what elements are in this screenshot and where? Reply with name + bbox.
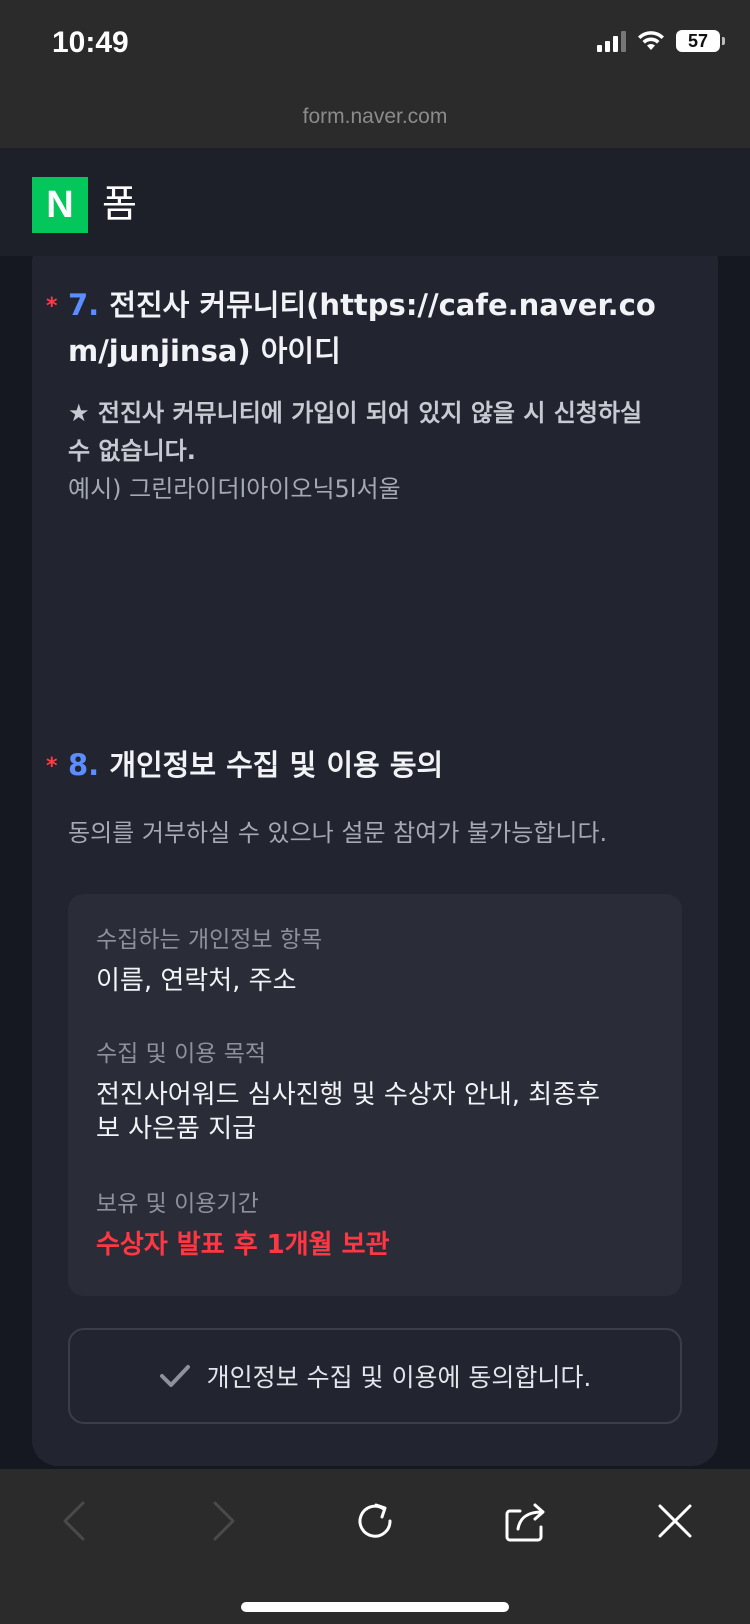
required-mark: *	[46, 754, 58, 779]
share-button[interactable]	[497, 1491, 557, 1551]
question-description: 동의를 거부하실 수 있으나 설문 참여가 불가능합니다.	[68, 819, 608, 847]
desc-example: 예시) 그린라이더l아이오닉5l서울	[68, 475, 401, 503]
question-number: 8.	[68, 748, 100, 782]
close-icon	[658, 1504, 692, 1538]
close-button[interactable]	[645, 1491, 705, 1551]
question-title-line2: m/junjinsa) 아이디	[68, 334, 341, 368]
items-label: 수집하는 개인정보 항목	[96, 927, 323, 953]
cellular-signal-icon	[597, 30, 626, 52]
url-bar[interactable]: form.naver.com	[0, 92, 750, 148]
privacy-info-box: 수집하는 개인정보 항목 이름, 연락처, 주소 수집 및 이용 목적 전진사어…	[68, 894, 682, 1296]
reload-icon	[358, 1503, 392, 1538]
status-bar: 10:49 57	[0, 0, 750, 92]
app-header: N 폼	[0, 148, 750, 256]
form-content[interactable]: * 7. 전진사 커뮤니티(https://cafe.naver.co m/ju…	[0, 256, 750, 1469]
status-time: 10:49	[52, 26, 129, 59]
purpose-line1: 전진사어워드 심사진행 및 수상자 안내, 최종후	[96, 1080, 601, 1110]
question-card-8: * 8. 개인정보 수집 및 이용 동의 동의를 거부하실 수 있으나 설문 참…	[32, 714, 718, 1466]
app-title: 폼	[102, 182, 137, 226]
checkmark-icon	[159, 1365, 190, 1387]
question-title: * 7. 전진사 커뮤니티(https://cafe.naver.co m/ju…	[46, 282, 688, 374]
purpose-label: 수집 및 이용 목적	[96, 1041, 267, 1067]
question-title: * 8. 개인정보 수집 및 이용 동의	[46, 742, 688, 788]
reload-button[interactable]	[345, 1491, 405, 1551]
period-label: 보유 및 이용기간	[96, 1191, 259, 1217]
required-mark: *	[46, 294, 58, 319]
agree-label: 개인정보 수집 및 이용에 동의합니다.	[206, 1363, 592, 1392]
back-icon	[63, 1501, 85, 1541]
agree-checkbox-button[interactable]: 개인정보 수집 및 이용에 동의합니다.	[68, 1328, 682, 1424]
question-description: ★ 전진사 커뮤니티에 가입이 되어 있지 않을 시 신청하실 수 없습니다. …	[68, 394, 688, 508]
status-indicators: 57	[597, 30, 725, 52]
browser-toolbar	[0, 1469, 750, 1624]
forward-icon	[213, 1501, 235, 1541]
purpose-line2: 보 사은품 지급	[96, 1114, 257, 1144]
question-number: 7.	[68, 288, 100, 322]
home-indicator[interactable]	[241, 1602, 509, 1612]
back-button[interactable]	[44, 1491, 104, 1551]
wifi-icon	[636, 30, 666, 52]
items-value: 이름, 연락처, 주소	[96, 966, 297, 996]
forward-button[interactable]	[194, 1491, 254, 1551]
question-title-line1: 전진사 커뮤니티(https://cafe.naver.co	[109, 288, 656, 322]
naver-logo[interactable]: N	[32, 177, 88, 233]
battery-icon: 57	[676, 30, 725, 52]
desc-line2: 수 없습니다.	[68, 437, 196, 465]
period-value: 수상자 발표 후 1개월 보관	[96, 1230, 390, 1260]
purpose-value: 전진사어워드 심사진행 및 수상자 안내, 최종후 보 사은품 지급	[96, 1078, 654, 1146]
question-title-text: 개인정보 수집 및 이용 동의	[109, 748, 444, 782]
desc-line1: ★ 전진사 커뮤니티에 가입이 되어 있지 않을 시 신청하실	[68, 399, 643, 427]
share-icon	[505, 1503, 545, 1542]
